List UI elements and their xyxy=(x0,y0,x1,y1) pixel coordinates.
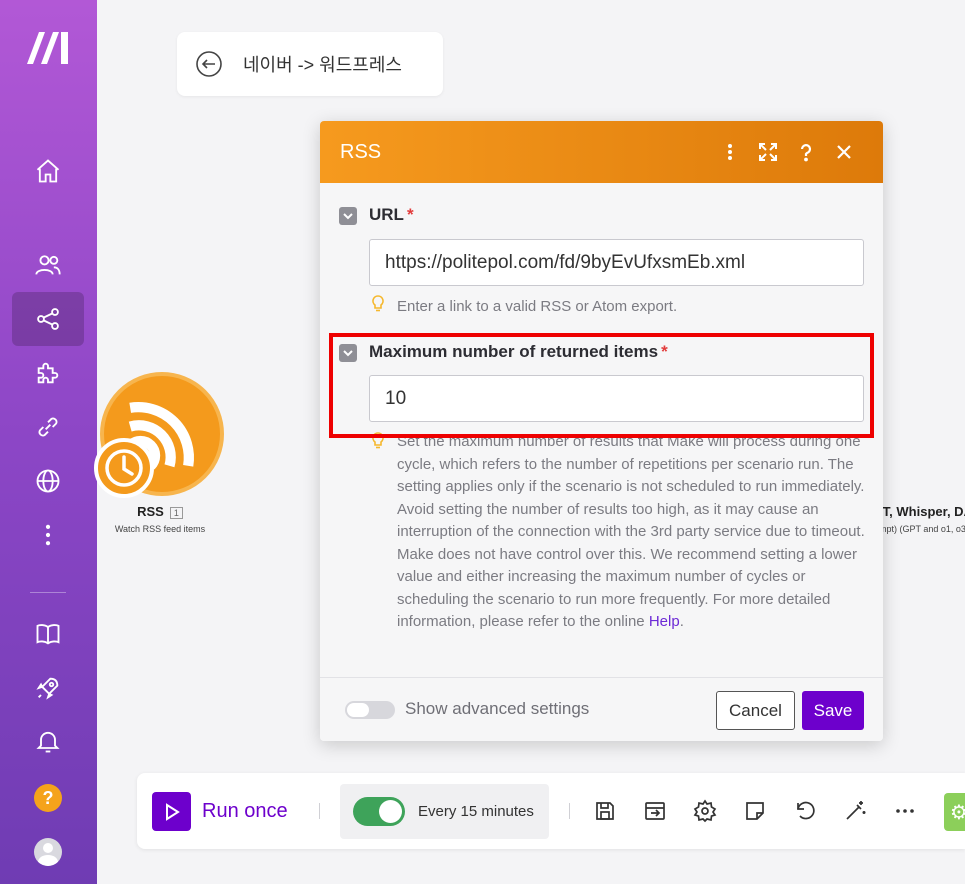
flow-control-icon[interactable] xyxy=(643,799,667,823)
lightbulb-icon xyxy=(372,432,384,449)
schedule-toggle[interactable] xyxy=(353,797,405,826)
schedule-label[interactable]: Every 15 minutes xyxy=(418,803,534,820)
scenario-toolbar: Run once Every 15 minutes xyxy=(137,773,965,849)
max-items-hint: Set the maximum number of results that M… xyxy=(397,433,865,630)
bell-icon[interactable] xyxy=(12,714,84,768)
max-items-label: Maximum number of returned items * xyxy=(369,342,668,361)
openai-module-label: PT, Whisper, DA xyxy=(874,504,965,519)
help-icon[interactable]: ? xyxy=(34,784,62,812)
dialog-title: RSS xyxy=(340,140,382,163)
lightbulb-icon xyxy=(372,295,384,312)
more-horizontal-icon[interactable] xyxy=(893,799,917,823)
close-icon[interactable] xyxy=(825,133,863,171)
toolbar-separator xyxy=(319,803,320,819)
sidebar-divider xyxy=(30,592,66,593)
team-icon[interactable] xyxy=(12,238,84,292)
breadcrumb: 네이버 -> 워드프레스 xyxy=(177,32,443,96)
schedule-control[interactable]: Every 15 minutes xyxy=(340,784,549,839)
run-once-button[interactable] xyxy=(152,792,191,831)
notes-icon[interactable] xyxy=(743,799,767,823)
advanced-settings-toggle[interactable] xyxy=(345,701,395,719)
save-disk-icon[interactable] xyxy=(593,799,617,823)
rocket-icon[interactable] xyxy=(12,661,84,715)
run-once-label[interactable]: Run once xyxy=(202,800,288,823)
toolbar-separator xyxy=(569,803,570,819)
help-question-icon[interactable] xyxy=(787,133,825,171)
url-label: URL * xyxy=(369,205,414,224)
url-input[interactable]: https://politepol.com/fd/9byEvUfxsmEb.xm… xyxy=(369,239,864,286)
rss-module-label: RSS 1 xyxy=(110,504,210,519)
settings-gear-icon[interactable] xyxy=(693,799,717,823)
book-icon[interactable] xyxy=(12,607,84,661)
sidebar: ? xyxy=(0,0,97,884)
scenario-title[interactable]: 네이버 -> 워드프레스 xyxy=(243,51,402,77)
globe-icon[interactable] xyxy=(12,454,84,508)
link-icon[interactable] xyxy=(12,400,84,454)
max-items-input[interactable]: 10 xyxy=(369,375,864,422)
more-options-icon[interactable] xyxy=(711,133,749,171)
dialog-footer: Show advanced settings Cancel Save xyxy=(320,677,883,741)
dialog-header: RSS xyxy=(320,121,883,183)
advanced-settings-label[interactable]: Show advanced settings xyxy=(405,699,589,719)
rss-module[interactable] xyxy=(94,372,224,498)
avatar[interactable] xyxy=(34,838,62,866)
cancel-button[interactable]: Cancel xyxy=(716,691,795,730)
rss-module-badge: 1 xyxy=(169,507,183,519)
scenarios-share-icon[interactable] xyxy=(12,292,84,346)
more-vertical-icon[interactable] xyxy=(12,508,84,562)
back-arrow-icon[interactable] xyxy=(195,50,223,78)
clock-icon xyxy=(94,438,154,498)
undo-icon[interactable] xyxy=(793,799,817,823)
collapse-url-icon[interactable] xyxy=(339,207,357,225)
rss-module-subtitle: Watch RSS feed items xyxy=(114,524,206,534)
rss-settings-dialog: RSS URL * https://politepol.com/fd/9byEvU… xyxy=(320,121,883,741)
url-hint: Enter a link to a valid RSS or Atom expo… xyxy=(397,298,678,315)
help-link[interactable]: Help xyxy=(649,613,680,630)
collapse-max-items-icon[interactable] xyxy=(339,344,357,362)
ai-assistant-button[interactable] xyxy=(944,793,965,831)
puzzle-icon[interactable] xyxy=(12,346,84,400)
make-logo[interactable] xyxy=(25,30,71,66)
expand-icon[interactable] xyxy=(749,133,787,171)
save-button[interactable]: Save xyxy=(802,691,864,730)
openai-module-subtitle: ompt) (GPT and o1, o3 xyxy=(874,524,965,534)
home-icon[interactable] xyxy=(12,144,84,198)
magic-wand-icon[interactable] xyxy=(843,799,867,823)
